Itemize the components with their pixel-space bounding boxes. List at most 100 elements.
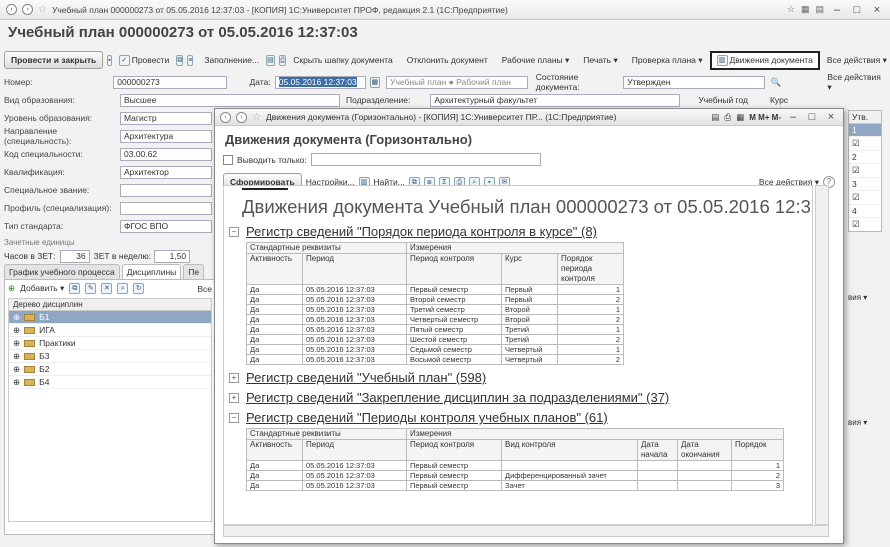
register-title[interactable]: Регистр сведений "Периоды контроля учебн… <box>246 410 608 425</box>
tab-disciplines[interactable]: Дисциплины <box>121 264 182 279</box>
favorite-star-icon[interactable]: ☆ <box>38 4 47 15</box>
expand-icon[interactable]: ⊕ <box>13 377 20 388</box>
hide-header-button[interactable]: Скрыть шапку документа <box>290 53 395 67</box>
all-actions-button[interactable]: Все действия ▾ <box>824 53 890 68</box>
table-row[interactable]: Да 05.05.2016 12:37:03 Первый семестр Первы… <box>246 284 624 295</box>
table-row[interactable]: Да 05.05.2016 12:37:03 Первый семестр Зачет… <box>246 480 784 491</box>
close-button[interactable]: × <box>870 4 884 16</box>
table-row[interactable]: Да 05.05.2016 12:37:03 Восьмой семестр Четв… <box>246 354 624 365</box>
all-actions-right[interactable]: вия ▾ <box>848 293 867 302</box>
cancel-post-button[interactable]: Отклонить документ <box>404 53 491 67</box>
list-icon[interactable]: ≡ <box>187 54 194 66</box>
minimize-button[interactable]: – <box>830 4 844 16</box>
expand-icon[interactable]: ⊕ <box>13 325 20 336</box>
level-field[interactable]: Магистр <box>120 111 212 125</box>
search-icon[interactable]: 🔍 <box>771 77 828 88</box>
number-field[interactable]: 000000273 <box>113 75 227 89</box>
favorite-icon[interactable]: ☆ <box>787 4 795 15</box>
table-row[interactable]: Да 05.05.2016 12:37:03 Четвертый семестр Вт… <box>246 314 624 325</box>
qualification-field[interactable]: Архитектор <box>120 165 212 179</box>
register-title[interactable]: Регистр сведений "Учебный план" (598) <box>246 370 486 385</box>
check-plan-button[interactable]: Проверка плана ▾ <box>629 53 706 68</box>
maximize-button[interactable]: □ <box>850 4 864 16</box>
work-plans-button[interactable]: Рабочие планы ▾ <box>499 53 573 68</box>
popup-maximize-button[interactable]: □ <box>805 111 819 123</box>
popup-close-button[interactable]: × <box>824 111 838 123</box>
date-field[interactable]: 05.05.2016 12:37:03 <box>278 76 357 87</box>
delete-icon[interactable]: ✕ <box>101 283 113 294</box>
table-row[interactable]: Да 05.05.2016 12:37:03 Первый семестр 1 <box>246 460 784 471</box>
course-row[interactable]: 4 <box>849 205 881 218</box>
horizontal-scrollbar[interactable] <box>223 525 829 537</box>
expand-icon[interactable]: ⊕ <box>13 338 20 349</box>
find-icon[interactable]: ⌕ <box>117 283 129 294</box>
expand-icon[interactable]: ⊕ <box>13 312 20 323</box>
course-row[interactable]: 1 <box>849 124 881 137</box>
table-row[interactable]: Да 05.05.2016 12:37:03 Второй семестр Первы… <box>246 294 624 305</box>
favorite-star-icon[interactable]: ☆ <box>252 112 261 123</box>
tree-item[interactable]: ⊕ Практики <box>9 337 211 350</box>
tree-item[interactable]: ⊕ ИГА <box>9 324 211 337</box>
expand-icon[interactable]: ⊕ <box>13 351 20 362</box>
tree-item[interactable]: ⊕ Б2 <box>9 363 211 376</box>
memory-buttons[interactable]: M M+ M- <box>749 113 781 122</box>
calendar-icon[interactable]: ▦ <box>369 76 381 88</box>
table-row[interactable]: Да 05.05.2016 12:37:03 Первый семестр Диффе… <box>246 470 784 481</box>
refresh-icon[interactable]: ↻ <box>133 283 145 294</box>
tab-other[interactable]: Пе <box>183 264 205 279</box>
division-field[interactable]: Архитектурный факультет <box>430 93 681 107</box>
plan-type-2[interactable]: Рабочий план <box>456 77 511 87</box>
calendar-icon[interactable]: ▦ <box>801 4 810 15</box>
calendar-icon[interactable]: ▦ <box>736 112 744 123</box>
approved-checkbox[interactable]: ☑ <box>849 218 881 231</box>
save-icon[interactable]: ▪ <box>107 54 112 66</box>
course-row[interactable]: 2 <box>849 151 881 164</box>
hours-field[interactable]: 36 <box>59 249 90 263</box>
tree-item[interactable]: ⊕ Б3 <box>9 350 211 363</box>
table-row[interactable]: Да 05.05.2016 12:37:03 Третий семестр Второ… <box>246 304 624 315</box>
expand-icon[interactable]: + <box>229 373 239 383</box>
collapse-icon[interactable]: − <box>229 227 239 237</box>
all-actions-right-2[interactable]: вия ▾ <box>848 418 867 427</box>
approved-checkbox[interactable]: ☑ <box>849 164 881 178</box>
calculator-icon[interactable]: ▤ <box>815 4 824 15</box>
post-and-close-button[interactable]: Провести и закрыть <box>4 51 104 69</box>
all-button[interactable]: Все <box>197 284 212 294</box>
doc-state-field[interactable]: Утвержден <box>623 75 765 89</box>
forward-icon[interactable]: › <box>22 4 33 15</box>
special-title-field[interactable] <box>120 183 212 197</box>
post-button[interactable]: ✓ Провести <box>116 53 173 68</box>
approved-checkbox[interactable]: ☑ <box>849 191 881 205</box>
copy-icon[interactable]: ⧉ <box>69 283 81 294</box>
back-icon[interactable]: ‹ <box>6 4 17 15</box>
plan-type-switch[interactable]: Учебный план ● Рабочий план <box>386 75 528 89</box>
tree-item[interactable]: ⊕ Б1 <box>9 311 211 324</box>
print-icon[interactable]: ⎙ <box>278 54 287 66</box>
report-icon[interactable]: ▤ <box>266 54 275 66</box>
tab-schedule[interactable]: График учебного процесса <box>4 264 120 279</box>
only-checkbox[interactable] <box>223 154 233 165</box>
edit-icon[interactable]: ✎ <box>85 283 97 294</box>
document-movements-button[interactable]: ▥ Движения документа <box>709 50 820 70</box>
tree-item[interactable]: ⊕ Б4 <box>9 376 211 389</box>
profile-field[interactable] <box>120 201 212 215</box>
table-row[interactable]: Да 05.05.2016 12:37:03 Седьмой семестр Четв… <box>246 344 624 355</box>
copy-icon[interactable]: ⧉ <box>176 54 184 66</box>
popup-minimize-button[interactable]: – <box>786 111 800 123</box>
only-field[interactable] <box>310 153 541 166</box>
direction-field[interactable]: Архитектура <box>120 129 212 143</box>
vertical-scrollbar[interactable] <box>815 185 829 525</box>
spec-code-field[interactable]: 03.00.62 <box>120 147 212 161</box>
collapse-icon[interactable]: − <box>229 413 239 423</box>
print-button[interactable]: Печать ▾ <box>580 53 620 68</box>
standard-field[interactable]: ФГОС ВПО <box>120 219 212 233</box>
plan-type-1[interactable]: Учебный план <box>390 77 446 87</box>
course-row[interactable]: 3 <box>849 178 881 191</box>
expand-icon[interactable]: + <box>229 393 239 403</box>
fill-button[interactable]: Заполнение... <box>201 53 262 67</box>
approved-checkbox[interactable]: ☑ <box>849 137 881 151</box>
back-icon[interactable]: ‹ <box>220 111 231 123</box>
all-actions-form[interactable]: Все действия ▾ <box>827 72 888 93</box>
print-icon[interactable]: ⎙ <box>724 112 731 123</box>
edu-kind-field[interactable]: Высшее <box>120 93 340 107</box>
